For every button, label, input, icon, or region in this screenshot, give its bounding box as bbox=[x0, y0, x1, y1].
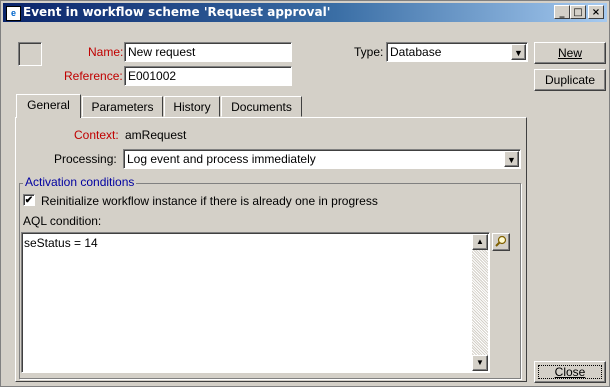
type-value: Database bbox=[390, 45, 442, 59]
close-window-button[interactable]: × bbox=[588, 5, 604, 19]
processing-select[interactable]: Log event and process immediately ▼ bbox=[123, 149, 521, 169]
new-button-label: New bbox=[557, 46, 582, 60]
tab-general[interactable]: General bbox=[16, 94, 81, 118]
tab-documents[interactable]: Documents bbox=[221, 96, 302, 117]
dropdown-arrow-icon[interactable]: ▼ bbox=[504, 151, 519, 167]
aql-scrollbar[interactable] bbox=[472, 234, 488, 371]
name-label: Name: bbox=[88, 45, 124, 59]
close-button-label: Close bbox=[554, 365, 586, 379]
title-bar[interactable]: e Event in workflow scheme 'Request appr… bbox=[3, 3, 607, 22]
image-placeholder[interactable] bbox=[18, 42, 42, 66]
reference-label: Reference: bbox=[64, 69, 123, 83]
reference-field[interactable]: E001002 bbox=[124, 66, 292, 86]
dropdown-arrow-icon[interactable]: ▼ bbox=[511, 44, 526, 60]
app-icon: e bbox=[6, 6, 21, 21]
minimize-button[interactable]: _ bbox=[554, 5, 570, 19]
window-title: Event in workflow scheme 'Request approv… bbox=[23, 5, 331, 19]
magnifier-icon bbox=[495, 235, 507, 247]
aql-condition-label: AQL condition: bbox=[23, 214, 102, 228]
scroll-up-icon[interactable]: ▲ bbox=[472, 234, 488, 250]
reinitialize-checkbox[interactable]: ✔ bbox=[23, 194, 35, 206]
activation-conditions-title: Activation conditions bbox=[23, 175, 137, 189]
aql-condition-text: seStatus = 14 bbox=[24, 236, 98, 250]
tab-history[interactable]: History bbox=[164, 96, 220, 117]
type-label: Type: bbox=[354, 45, 384, 59]
event-window: e Event in workflow scheme 'Request appr… bbox=[0, 0, 610, 387]
processing-value: Log event and process immediately bbox=[127, 152, 316, 166]
type-select[interactable]: Database ▼ bbox=[386, 42, 528, 62]
context-label: Context: bbox=[74, 128, 119, 142]
duplicate-button[interactable]: Duplicate bbox=[534, 69, 606, 91]
scroll-down-icon[interactable]: ▼ bbox=[472, 355, 488, 371]
processing-label: Processing: bbox=[54, 152, 117, 166]
context-value: amRequest bbox=[125, 128, 187, 142]
maximize-button[interactable]: □ bbox=[570, 5, 586, 19]
aql-zoom-button[interactable] bbox=[492, 233, 510, 251]
new-button[interactable]: New bbox=[534, 42, 606, 64]
tab-parameters[interactable]: Parameters bbox=[82, 96, 163, 117]
reinitialize-label[interactable]: Reinitialize workflow instance if there … bbox=[41, 194, 378, 208]
close-button[interactable]: Close bbox=[534, 361, 606, 383]
name-field[interactable]: New request bbox=[124, 42, 292, 62]
aql-condition-textarea[interactable]: seStatus = 14 bbox=[21, 232, 490, 373]
